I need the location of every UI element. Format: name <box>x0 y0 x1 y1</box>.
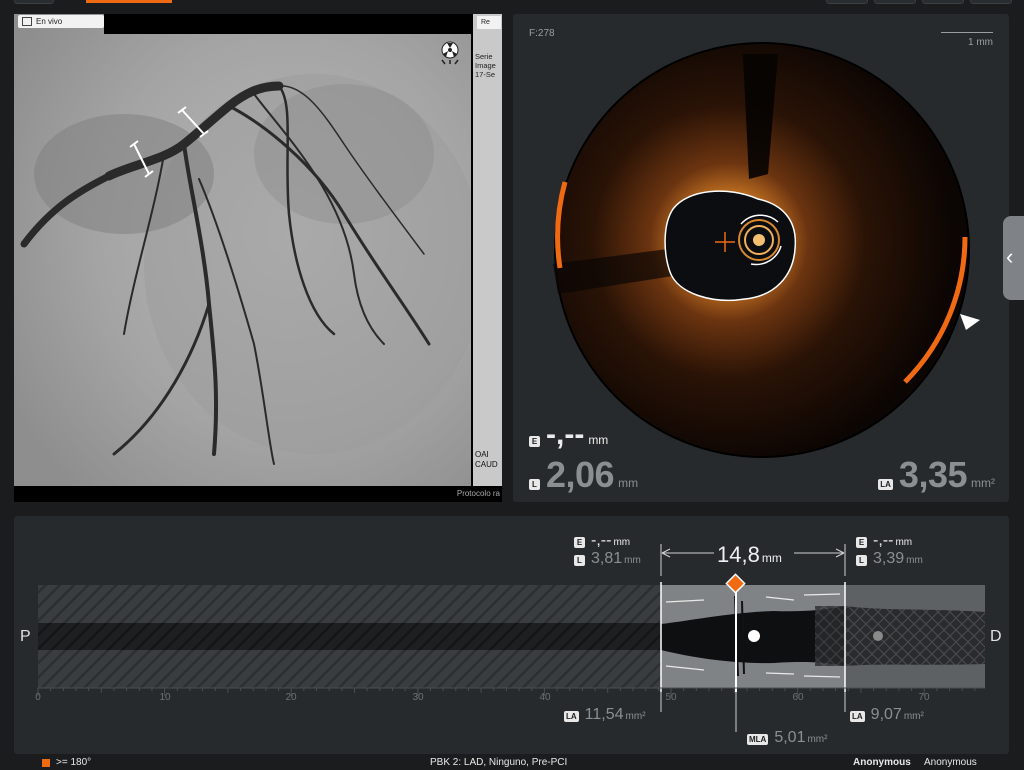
distal-e-measure: E -,-- mm <box>856 532 912 550</box>
mla-value: 5,01 <box>774 729 806 746</box>
axis-tick-label: 30 <box>412 692 424 703</box>
toolbar-button[interactable] <box>874 0 916 4</box>
projection-label: OAI CAUD <box>475 450 498 469</box>
e-badge: E <box>529 436 540 447</box>
e-badge: E <box>574 537 585 548</box>
arc-legend: >= 180° <box>42 757 91 768</box>
live-tag[interactable]: En vivo <box>18 15 104 28</box>
patient-name: Anonymous <box>853 757 911 768</box>
protocol-label: Protocolo ra <box>456 489 500 498</box>
angiography-panel[interactable]: En vivo Re Serie Image 17-Se OAI CAUD Pr… <box>14 14 502 502</box>
distal-la-measure: LA 9,07 mm² <box>850 706 924 724</box>
scale-bar: 1 mm <box>941 32 993 48</box>
prox-l-value: 3,81 <box>591 550 623 567</box>
l-unit: mm <box>618 476 639 490</box>
l-badge: L <box>856 555 867 566</box>
dist-la-value: 9,07 <box>870 706 902 723</box>
axis-tick-label: 10 <box>159 692 171 703</box>
toolbar-tab[interactable] <box>14 0 54 4</box>
axis-tick-label: 40 <box>539 692 551 703</box>
axis-tick-label: 60 <box>792 692 804 703</box>
diameter-measure: L 2,06 mm <box>529 454 638 496</box>
distal-l-measure: L 3,39 mm <box>856 550 923 568</box>
la-badge: LA <box>878 479 893 490</box>
length-unit: mm <box>761 551 782 565</box>
la-value: 3,35 <box>898 454 968 495</box>
angio-footer-bar <box>14 486 502 502</box>
dist-e-value: -,-- <box>873 532 894 549</box>
dist-e-unit: mm <box>895 537 913 548</box>
proximal-e-measure: E -,-- mm <box>574 532 630 550</box>
toolbar-button[interactable] <box>922 0 964 4</box>
proximal-la-measure: LA 11,54 mm² <box>564 706 646 724</box>
dist-la-unit: mm² <box>903 711 924 722</box>
dist-l-unit: mm <box>906 555 923 566</box>
toolbar-button[interactable] <box>970 0 1012 4</box>
l-value: 2,06 <box>546 454 615 495</box>
l-badge: L <box>574 555 585 566</box>
top-toolbar <box>0 0 1024 6</box>
la-badge: LA <box>850 711 865 722</box>
axis-tick-label: 20 <box>285 692 297 703</box>
oct-cross-section-panel[interactable]: F:278 1 mm E -,-- mm L 2,06 mm LA 3,35 m… <box>513 14 1009 502</box>
prox-l-unit: mm <box>624 555 641 566</box>
mla-measure: MLA 5,01 mm² <box>747 729 827 747</box>
series-info: Serie Image 17-Se <box>475 52 496 79</box>
axis-tick-label: 70 <box>918 692 930 703</box>
prox-la-unit: mm² <box>625 711 646 722</box>
pullback-info: PBK 2: LAD, Ninguno, Pre-PCI <box>430 757 568 768</box>
prox-la-value: 11,54 <box>584 706 624 723</box>
chevron-left-icon: ‹ <box>1006 244 1014 269</box>
dist-l-value: 3,39 <box>873 550 905 567</box>
prox-e-value: -,-- <box>591 532 612 549</box>
angiogram-image <box>14 14 484 502</box>
side-panel-toggle[interactable]: ‹ <box>1003 216 1024 300</box>
longitudinal-view-panel[interactable]: P D 0 10 20 30 40 50 60 70 E -,-- mm L 3… <box>14 516 1009 754</box>
screen-icon <box>22 17 32 26</box>
frame-number: F:278 <box>529 28 555 39</box>
secondary-view-button[interactable]: Re <box>477 16 501 29</box>
e-badge: E <box>856 537 867 548</box>
l-badge: L <box>529 479 540 490</box>
toolbar-button[interactable] <box>826 0 868 4</box>
lumen-area-measure: LA 3,35 mm² <box>878 454 995 496</box>
patient-id: Anonymous <box>924 757 977 768</box>
active-tab-indicator <box>86 0 172 3</box>
axis-tick-label: 50 <box>665 692 677 703</box>
segment-length: 14,8 mm <box>717 542 782 568</box>
proximal-l-measure: L 3,81 mm <box>574 550 641 568</box>
length-value: 14,8 <box>717 542 760 567</box>
axis-tick-label: 0 <box>35 692 41 703</box>
mla-badge: MLA <box>747 734 769 745</box>
la-badge: LA <box>564 711 579 722</box>
status-footer: >= 180° PBK 2: LAD, Ninguno, Pre-PCI Ano… <box>0 755 1024 770</box>
orange-swatch-icon <box>42 758 50 767</box>
eccentricity-measure: E -,-- mm <box>529 418 608 452</box>
angio-header-bar <box>104 14 472 34</box>
secondary-view-strip[interactable]: Re <box>471 14 502 502</box>
prox-e-unit: mm <box>613 537 631 548</box>
mla-unit: mm² <box>807 734 828 745</box>
e-value: -,-- <box>546 418 585 451</box>
e-unit: mm <box>588 433 609 447</box>
la-unit: mm² <box>971 476 995 490</box>
